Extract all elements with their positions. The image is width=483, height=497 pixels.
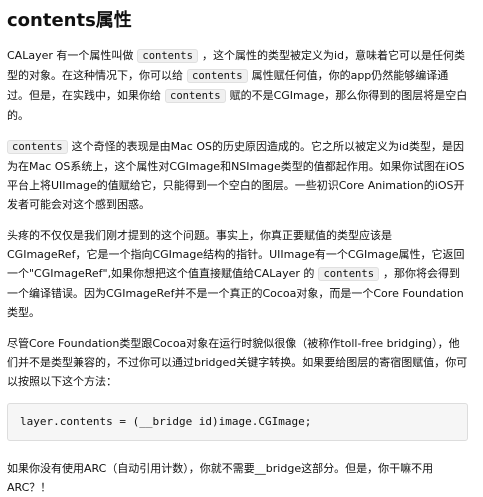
paragraph-2: contents 这个奇怪的表现是由Mac OS的历史原因造成的。它之所以被定义为… xyxy=(7,137,468,214)
paragraph-3: 头疼的不仅仅是我们刚才提到的这个问题。事实上，你真正要赋值的类型应该是CGIma… xyxy=(7,226,468,322)
inline-code-contents: contents xyxy=(7,140,68,154)
document-page: contents属性 CALayer 有一个属性叫做 contents ，这个属性的… xyxy=(0,0,483,494)
inline-code-contents: contents xyxy=(318,267,380,281)
title-code: contents xyxy=(7,10,96,31)
paragraph-1: CALayer 有一个属性叫做 contents ，这个属性的类型被定义为id，意味… xyxy=(7,46,468,125)
inline-code-contents: contents xyxy=(187,69,248,83)
p1-text-a: CALayer 有一个属性叫做 xyxy=(7,49,134,62)
inline-code-contents: contents xyxy=(137,49,198,63)
title-suffix: 属性 xyxy=(95,10,132,31)
page-title: contents属性 xyxy=(7,10,468,32)
p4-text-a: 尽管Core Foundation类型跟Cocoa对象在运行时貌似很像（被称作t… xyxy=(7,337,468,388)
paragraph-4: 尽管Core Foundation类型跟Cocoa对象在运行时貌似很像（被称作t… xyxy=(7,334,468,391)
p5-text-a: 如果你没有使用ARC（自动引用计数），你就不需要__bridge这部分。但是，你… xyxy=(7,462,434,494)
p2-text-a: 这个奇怪的表现是由Mac OS的历史原因造成的。它之所以被定义为id类型，是因为… xyxy=(7,140,465,211)
code-block: layer.contents = (__bridge id)image.CGIm… xyxy=(7,403,468,441)
paragraph-5: 如果你没有使用ARC（自动引用计数），你就不需要__bridge这部分。但是，你… xyxy=(7,459,468,497)
inline-code-contents: contents xyxy=(165,89,226,103)
